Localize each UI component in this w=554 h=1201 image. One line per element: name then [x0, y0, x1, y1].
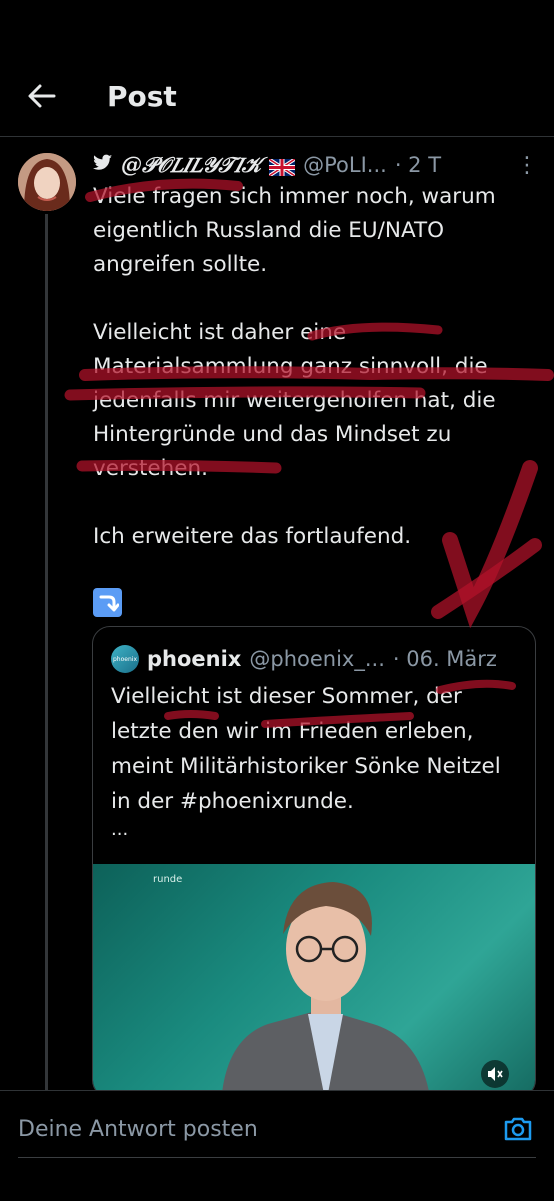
twitter-bird-icon [93, 153, 113, 177]
author-handle[interactable]: @PoLI... [303, 153, 387, 177]
mute-icon[interactable] [481, 1060, 509, 1088]
tweet-body: Viele fragen sich immer noch, warum eige… [93, 180, 533, 554]
quoted-tweet-ellipsis: ... [111, 819, 129, 840]
tweet-paragraph: Ich erweitere das fortlaufend. [93, 524, 412, 549]
quoted-author-handle[interactable]: @phoenix_... [249, 647, 385, 671]
quoted-tweet-header: phoenix phoenix @phoenix_... · 06. März [111, 645, 523, 673]
reply-input[interactable]: Deine Antwort posten [18, 1117, 488, 1142]
quoted-tweet-text: Vielleicht ist dieser Sommer, der letzte… [111, 684, 501, 814]
app-header: Post [0, 0, 554, 137]
uk-flag-icon [268, 157, 297, 177]
tweet-paragraph [93, 282, 533, 316]
author-display-name[interactable]: @𝒫𝒪𝐿𝐼𝐿𝒴𝒯𝐼𝒦 [121, 152, 261, 178]
camera-icon[interactable] [502, 1113, 534, 1145]
tweet-paragraph: Vielleicht ist daher eine Materialsammlu… [93, 320, 496, 481]
divider [18, 1157, 536, 1158]
quoted-post-date: · 06. März [392, 647, 497, 671]
quoted-video-thumbnail[interactable]: runde [93, 864, 535, 1097]
reply-composer: Deine Antwort posten [0, 1090, 554, 1201]
back-arrow-icon[interactable] [26, 80, 58, 112]
avatar[interactable] [18, 153, 76, 211]
more-options-icon[interactable]: ⋮ [516, 153, 538, 178]
quoted-author-name[interactable]: phoenix [147, 647, 241, 671]
video-person-image [221, 882, 430, 1097]
tweet-paragraph [93, 486, 533, 520]
phoenix-logo-icon: phoenix [111, 645, 139, 673]
tweet-paragraph: Viele fragen sich immer noch, warum eige… [93, 184, 496, 277]
quoted-tweet-card[interactable]: phoenix phoenix @phoenix_... · 06. März … [92, 626, 536, 1098]
thread-connector-line [45, 214, 48, 1090]
post-time: · 2 T [394, 153, 442, 177]
tweet-header: @𝒫𝒪𝐿𝐼𝐿𝒴𝒯𝐼𝒦 @PoLI... · 2 T ⋮ [93, 150, 538, 180]
arrow-right-curving-down-icon [93, 588, 122, 617]
page-title: Post [107, 80, 177, 113]
